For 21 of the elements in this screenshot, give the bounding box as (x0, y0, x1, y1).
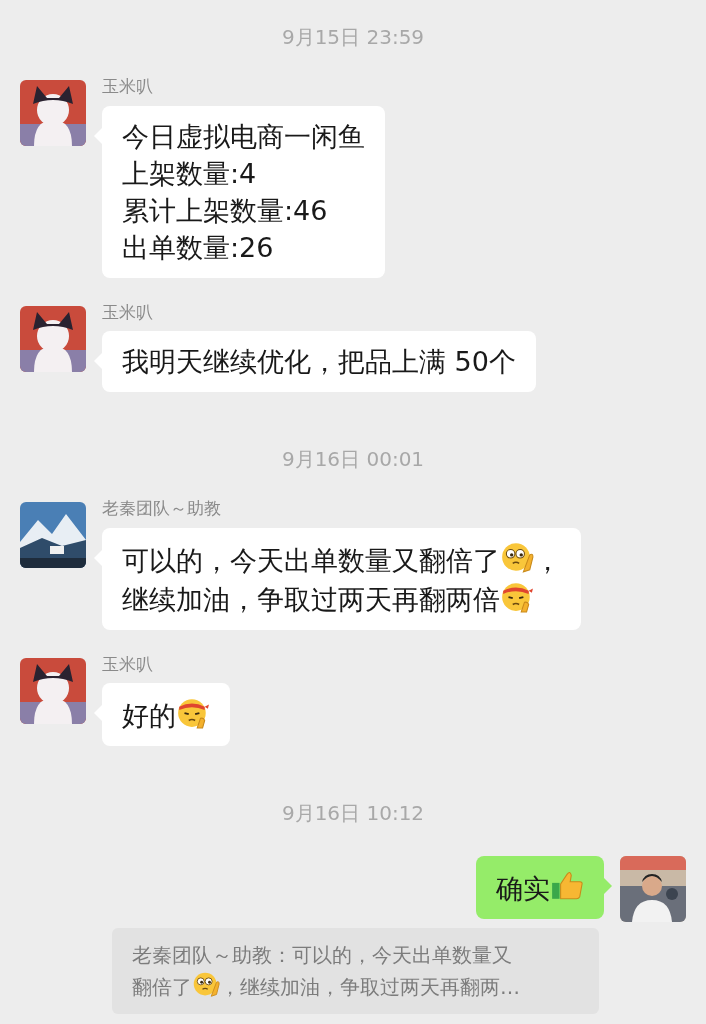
timestamp: 9月15日 23:59 (281, 25, 425, 49)
timestamp: 9月16日 10:12 (281, 801, 425, 825)
message-text: ，继续加油，争取过两天再翻两… (220, 975, 520, 999)
message-text: 翻倍了 (132, 975, 192, 999)
sender-name: 玉米叭 (102, 300, 153, 324)
sender-name: 老秦团队～助教 (102, 497, 221, 520)
message-text: 今日虚拟电商一闲鱼 (122, 120, 365, 152)
message-text: 出单数量:26 (122, 231, 274, 263)
message-text: 上架数量:4 (122, 157, 257, 189)
timestamp: 9月16日 00:01 (281, 447, 425, 471)
message-text: 我明天继续优化，把品上满 50个 (122, 346, 516, 377)
message-text: 老秦团队～助教：可以的，今天出单数量又 (132, 943, 512, 967)
message-text: 确实 (496, 873, 550, 904)
sender-name: 玉米叭 (102, 652, 153, 676)
message-text: 累计上架数量:46 (122, 194, 328, 226)
sender-name: 玉米叭 (102, 75, 153, 98)
message-text: 好的 (122, 700, 176, 731)
message-text: ， (534, 544, 561, 576)
message-text: 可以的，今天出单数量又翻倍了 (122, 544, 500, 576)
message-text: 继续加油，争取过两天再翻两倍 (122, 583, 500, 615)
emoji-face-icon (192, 970, 220, 998)
